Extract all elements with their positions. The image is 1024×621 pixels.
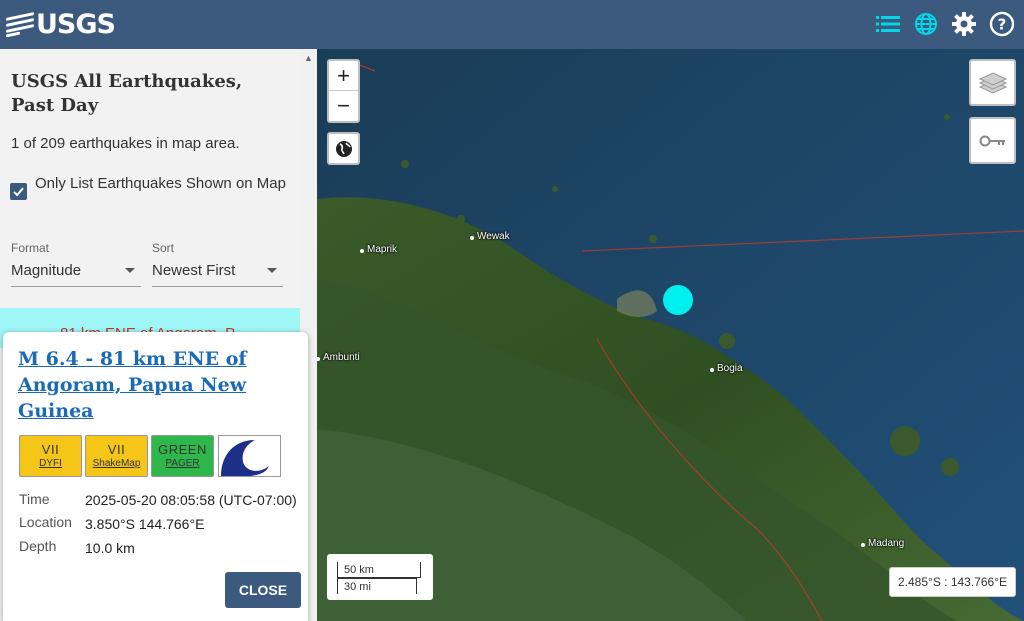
list-title: USGS All Earthquakes, Past Day [11,71,243,116]
shakemap-badge[interactable]: VII ShakeMap [85,435,148,477]
time-label: Time [19,491,50,507]
zoom-in-button[interactable]: + [329,61,358,91]
close-button[interactable]: CLOSE [225,572,301,608]
map-basemap [317,49,1024,621]
scale-km: 50 km [337,562,421,578]
shakemap-label: ShakeMap [92,458,141,469]
format-value: Magnitude [11,262,82,279]
sort-label: Sort [152,241,175,255]
dyfi-label: DYFI [39,458,62,469]
gear-icon[interactable] [950,10,978,38]
depth-label: Depth [19,538,57,554]
tsunami-wave-icon [221,440,274,476]
map-view[interactable]: + − Wewak Maprik Ambunti Bogia Madang 50… [317,49,1024,621]
legend-button[interactable] [969,117,1016,164]
layers-button[interactable] [969,59,1016,106]
scale-bar: 50 km 30 mi [327,554,433,600]
globe-icon [335,140,352,157]
scale-mi: 30 mi [337,578,417,594]
usgs-logo[interactable]: USGS [6,8,116,40]
pager-label: PAGER [165,458,200,469]
sort-dropdown-arrow-icon [267,268,277,273]
depth-value: 10.0 km [85,540,135,556]
place-label-maprik: Maprik [359,244,398,255]
help-icon[interactable]: ? [988,10,1016,38]
zoom-control: + − [327,59,360,123]
world-view-button[interactable] [327,132,360,165]
tsunami-badge[interactable] [218,435,281,477]
place-label-madang: Madang [860,538,905,549]
format-dropdown-arrow-icon [125,268,135,273]
earthquake-count: 1 of 209 earthquakes in map area. [11,135,240,152]
pager-badge[interactable]: GREEN PAGER [151,435,214,477]
sort-value: Newest First [152,262,236,279]
place-label-ambunti: Ambunti [317,352,360,363]
usgs-wave-icon [6,11,34,38]
cursor-coordinates: 2.485°S : 143.766°E [889,567,1016,597]
earthquake-marker[interactable] [663,285,693,315]
layers-icon [978,71,1007,94]
location-value: 3.850°S 144.766°E [85,516,205,532]
only-list-checkbox[interactable] [10,183,27,200]
location-label: Location [19,514,72,530]
place-label-bogia: Bogia [710,363,743,374]
logo-text: USGS [36,8,116,40]
place-label-wewak: Wewak [470,231,510,242]
earthquake-title-link[interactable]: M 6.4 - 81 km ENE of Angoram, Papua New … [18,346,288,424]
app-header: USGS ? [0,0,1024,49]
time-value: 2025-05-20 08:05:58 (UTC-07:00) [85,492,297,508]
globe-icon[interactable] [912,10,940,38]
svg-text:?: ? [998,16,1007,34]
only-list-label[interactable]: Only List Earthquakes Shown on Map [35,172,290,196]
scroll-up-arrow-icon[interactable]: ▲ [304,53,313,63]
dyfi-value: VII [41,442,60,457]
pager-value: GREEN [158,442,207,457]
dyfi-badge[interactable]: VII DYFI [19,435,82,477]
sort-select[interactable]: Newest First [152,262,283,287]
key-icon [979,135,1005,146]
format-label: Format [11,241,50,255]
zoom-out-button[interactable]: − [329,91,358,121]
list-icon[interactable] [874,10,902,38]
format-select[interactable]: Magnitude [11,262,141,287]
shakemap-value: VII [107,442,126,457]
